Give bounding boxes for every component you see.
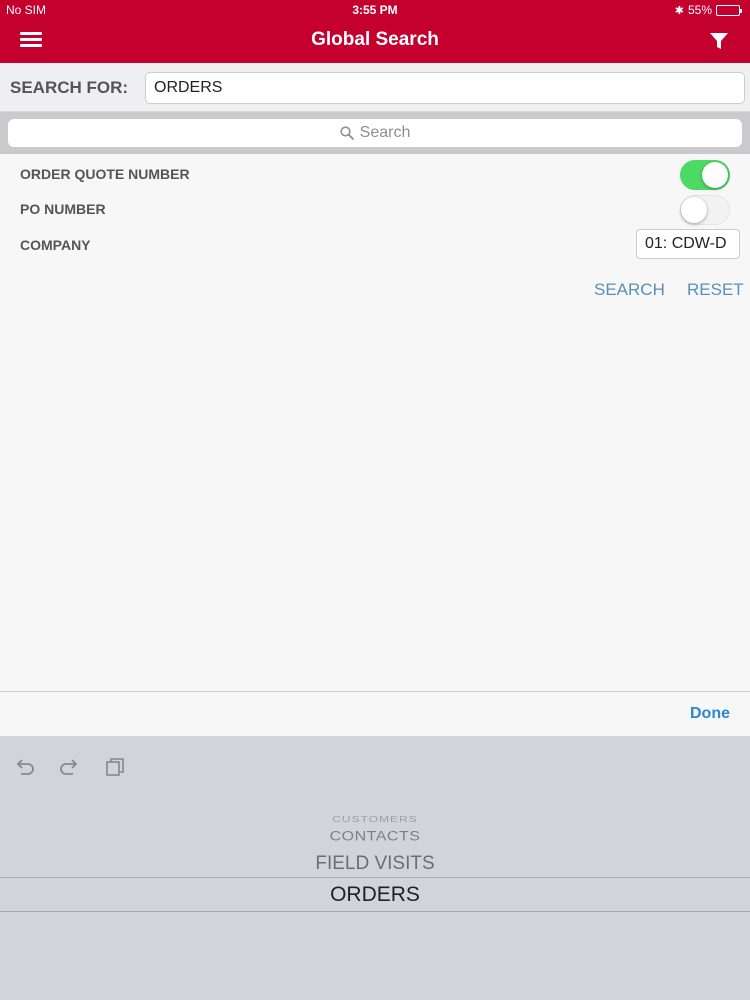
option-row-company: COMPANY 01: CDW-D [0,229,750,264]
option-row-order-quote-number: ORDER QUOTE NUMBER [0,156,750,191]
option-label-po-number: PO NUMBER [20,201,106,217]
picker-keyboard-area: CUSTOMERS CONTACTS FIELD VISITS ORDERS [0,736,750,1000]
picker-item-customers[interactable]: CUSTOMERS [0,814,750,824]
bluetooth-icon: ✱ [674,4,684,17]
battery-icon [716,4,742,16]
battery-percent: 55% [687,3,712,17]
status-time: 3:55 PM [352,3,398,17]
paste-icon[interactable] [104,756,126,778]
search-for-row: SEARCH FOR: ORDERS [0,63,750,112]
nav-bar: Global Search [0,20,750,63]
option-row-po-number: PO NUMBER [0,191,750,226]
reset-button[interactable]: RESET [687,280,744,300]
picker-item-orders-selected[interactable]: ORDERS [0,883,750,907]
search-for-field[interactable]: ORDERS [145,72,745,104]
company-label: COMPANY [20,237,91,253]
search-for-label: SEARCH FOR: [10,78,129,97]
status-bar: No SIM 3:55 PM ✱ 55% [0,0,750,20]
redo-icon[interactable] [58,756,80,778]
option-label-order-quote-number: ORDER QUOTE NUMBER [20,166,190,182]
page-title: Global Search [311,29,439,50]
searchbar-container: Search [0,112,750,154]
company-field[interactable]: 01: CDW-D [636,229,740,259]
picker-selection-top-line [0,877,750,878]
done-button[interactable]: Done [690,705,730,723]
undo-icon[interactable] [14,756,36,778]
battery-status: ✱ 55% [674,3,742,17]
search-icon [340,126,354,140]
filter-icon[interactable] [708,30,730,52]
picker-selection-bottom-line [0,911,750,912]
search-placeholder: Search [359,124,411,141]
picker-item-contacts[interactable]: CONTACTS [0,829,750,844]
toggle-order-quote-number[interactable] [680,160,730,190]
picker-item-field-visits[interactable]: FIELD VISITS [0,853,750,875]
toggle-po-number[interactable] [680,195,730,225]
search-input[interactable]: Search [8,119,742,147]
picker-toolbar: Done [0,691,750,736]
search-button[interactable]: SEARCH [594,280,665,300]
app-header: No SIM 3:55 PM ✱ 55% Global Search [0,0,750,63]
